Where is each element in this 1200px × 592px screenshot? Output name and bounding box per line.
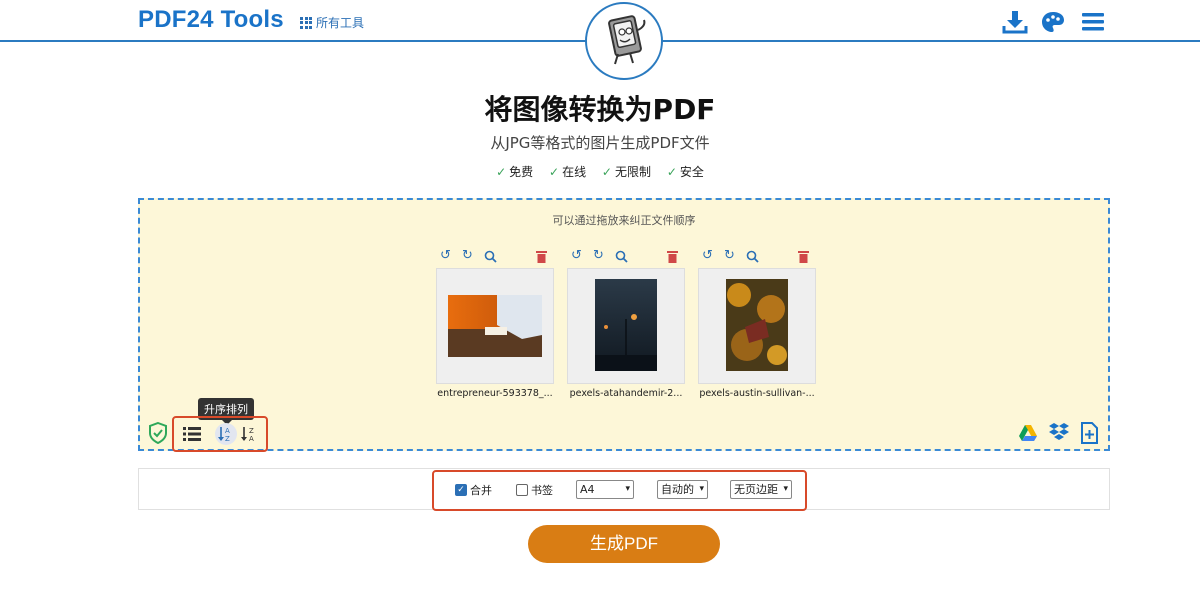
check-icon: ✓ <box>666 165 677 179</box>
check-icon: ✓ <box>496 165 507 179</box>
generate-pdf-button[interactable]: 生成PDF <box>528 525 720 563</box>
thumbnail-image <box>448 295 542 357</box>
file-name: entrepreneur-593378_... <box>437 388 553 399</box>
page-size-select[interactable]: A4 ▾ <box>576 480 634 499</box>
file-card[interactable]: ↺ ↻ pexels-atahandemir-2... <box>567 248 685 399</box>
rotate-left-icon[interactable]: ↺ <box>571 248 582 264</box>
mascot-logo[interactable] <box>585 2 663 80</box>
delete-icon[interactable] <box>798 250 809 263</box>
bookmark-option[interactable]: 书签 <box>516 482 553 498</box>
check-icon: ✓ <box>549 165 560 179</box>
brand-logo[interactable]: PDF24 Tools <box>138 6 284 34</box>
svg-text:Z: Z <box>225 435 230 443</box>
card-toolbar: ↺ ↻ <box>698 248 816 266</box>
svg-text:A: A <box>225 427 230 435</box>
page-subtitle: 从JPG等格式的图片生成PDF文件 <box>490 134 710 152</box>
orientation-value: 自动的 <box>661 483 694 496</box>
feature-item: ✓ 免费 <box>496 165 534 179</box>
add-file-icon[interactable] <box>1080 422 1098 444</box>
google-drive-icon[interactable] <box>1018 424 1038 442</box>
page-title: 将图像转换为PDF <box>484 93 716 126</box>
delete-icon[interactable] <box>536 250 547 263</box>
merge-label: 合并 <box>470 484 492 497</box>
card-toolbar: ↺ ↻ <box>567 248 685 266</box>
rotate-right-icon[interactable]: ↻ <box>724 248 735 264</box>
feature-item: ✓ 无限制 <box>601 165 651 179</box>
page-size-value: A4 <box>580 483 595 496</box>
svg-text:A: A <box>249 435 254 443</box>
feature-item: ✓ 在线 <box>549 165 587 179</box>
file-name: pexels-atahandemir-2... <box>569 388 683 399</box>
orientation-select[interactable]: 自动的 ▾ <box>657 480 708 499</box>
card-toolbar: ↺ ↻ <box>436 248 554 266</box>
zoom-icon[interactable] <box>746 250 759 263</box>
feature-list: ✓ 免费 ✓ 在线 ✓ 无限制 ✓ 安全 <box>0 163 1200 180</box>
zoom-icon[interactable] <box>484 250 497 263</box>
download-icon[interactable] <box>1002 9 1028 35</box>
rotate-right-icon[interactable]: ↻ <box>462 248 473 264</box>
sort-descending-icon[interactable]: Z A <box>240 424 258 444</box>
merge-option[interactable]: ✓ 合并 <box>455 482 492 498</box>
file-thumbnail[interactable] <box>698 268 816 384</box>
all-tools-link[interactable]: 所有工具 <box>300 14 364 31</box>
all-tools-label: 所有工具 <box>316 16 365 30</box>
file-thumbnail[interactable] <box>436 268 554 384</box>
menu-icon[interactable] <box>1080 9 1106 35</box>
margin-value: 无页边距 <box>734 483 778 496</box>
grid-icon <box>300 16 312 29</box>
file-thumbnail[interactable] <box>567 268 685 384</box>
delete-icon[interactable] <box>667 250 678 263</box>
file-name: pexels-austin-sullivan-... <box>699 388 815 399</box>
palette-icon[interactable] <box>1040 9 1066 35</box>
rotate-left-icon[interactable]: ↺ <box>440 248 451 264</box>
thumbnail-image <box>726 279 788 371</box>
shield-icon[interactable] <box>148 422 168 444</box>
rotate-left-icon[interactable]: ↺ <box>702 248 713 264</box>
mascot-icon <box>608 15 646 65</box>
merge-checkbox[interactable]: ✓ <box>455 484 467 496</box>
dropbox-icon[interactable] <box>1048 422 1070 442</box>
rotate-right-icon[interactable]: ↻ <box>593 248 604 264</box>
chevron-down-icon: ▾ <box>699 484 704 494</box>
list-view-icon[interactable] <box>183 427 201 441</box>
chevron-down-icon: ▾ <box>625 484 630 494</box>
bookmark-label: 书签 <box>531 484 553 497</box>
zoom-icon[interactable] <box>615 250 628 263</box>
file-card[interactable]: ↺ ↻ entrepreneur-593378_... <box>436 248 554 399</box>
check-icon: ✓ <box>601 165 612 179</box>
file-dropzone[interactable]: 可以通过拖放来纠正文件顺序 ↺ ↻ entrepreneur-593378_..… <box>138 198 1110 452</box>
sort-ascending-icon[interactable]: A Z <box>215 423 237 445</box>
reorder-hint: 可以通过拖放来纠正文件顺序 <box>552 214 696 227</box>
thumbnail-image <box>595 279 657 371</box>
chevron-down-icon: ▾ <box>783 484 788 494</box>
feature-item: ✓ 安全 <box>666 165 704 179</box>
svg-text:Z: Z <box>249 427 254 435</box>
bookmark-checkbox[interactable] <box>516 484 528 496</box>
file-card[interactable]: ↺ ↻ pexels-austin-sullivan-... <box>698 248 816 399</box>
margin-select[interactable]: 无页边距 ▾ <box>730 480 792 499</box>
